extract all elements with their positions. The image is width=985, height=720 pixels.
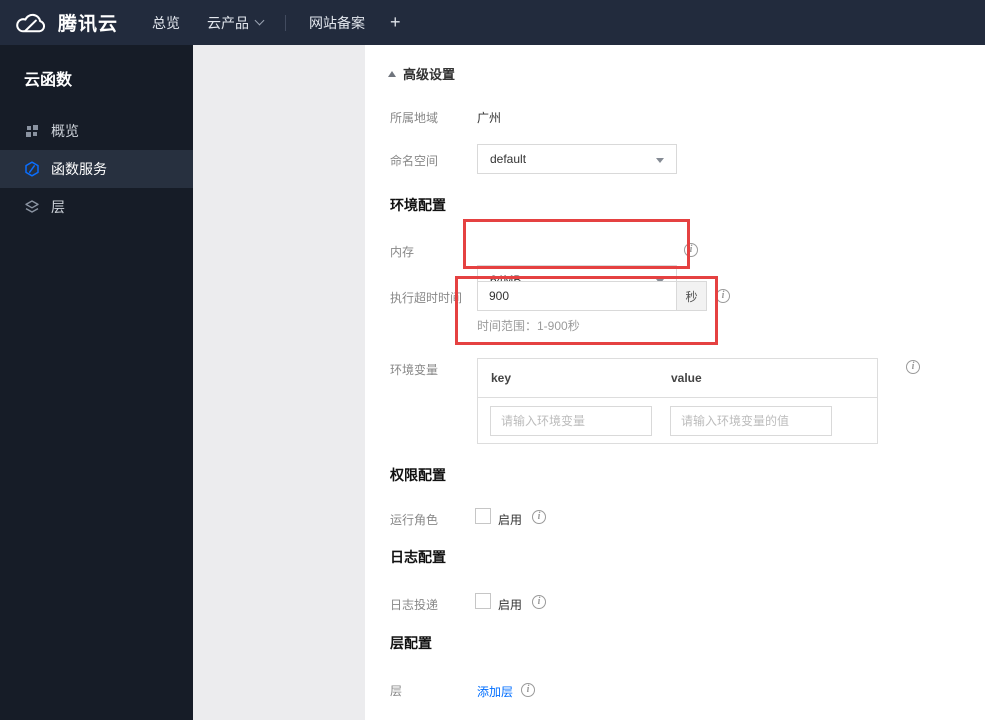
sidebar: 云函数 概览 函数服务 层 <box>0 45 193 720</box>
memory-label: 内存 <box>390 245 415 259</box>
envvar-value-input[interactable] <box>670 406 832 436</box>
layers-icon <box>24 199 40 215</box>
log-delivery-enable-label[interactable]: 启用 <box>498 596 522 613</box>
grid-icon <box>24 123 40 139</box>
sidebar-item-overview[interactable]: 概览 <box>0 112 193 150</box>
envvar-key-header: key <box>491 371 512 385</box>
env-config-section-title: 环境配置 <box>390 197 446 213</box>
nav-item-website-beian[interactable]: 网站备案 <box>309 13 365 33</box>
memory-info-icon[interactable] <box>684 243 698 257</box>
log-delivery-label: 日志投递 <box>390 598 439 612</box>
layer-config-section-title: 层配置 <box>390 635 432 651</box>
envvar-label: 环境变量 <box>390 363 439 377</box>
advanced-settings-toggle[interactable]: 高级设置 <box>388 64 455 83</box>
chevron-down-icon <box>254 15 265 26</box>
nav-item-cloud-products[interactable]: 云产品 <box>207 13 265 33</box>
timeout-input[interactable] <box>477 281 677 311</box>
function-config-form: 高级设置 所属地域 广州 命名空间 default 环境配置 内存 64MB 执… <box>365 45 985 720</box>
run-role-label: 运行角色 <box>390 513 439 527</box>
collapsed-function-list-panel <box>193 45 365 720</box>
run-role-info-icon[interactable] <box>532 510 546 524</box>
run-role-enable-label[interactable]: 启用 <box>498 511 522 528</box>
namespace-selected-value: default <box>490 152 527 166</box>
top-navbar: 腾讯云 总览 云产品 网站备案 + <box>0 0 985 45</box>
envvar-info-icon[interactable] <box>906 360 920 374</box>
sidebar-item-function-service[interactable]: 函数服务 <box>0 150 193 188</box>
triangle-up-icon <box>388 70 396 77</box>
memory-highlight-box <box>463 219 690 269</box>
envvar-key-input[interactable] <box>490 406 652 436</box>
envvar-header-row: key value <box>478 359 877 398</box>
nav-item-overview[interactable]: 总览 <box>152 13 180 33</box>
timeout-info-icon[interactable] <box>716 289 730 303</box>
advanced-settings-label: 高级设置 <box>403 67 456 82</box>
run-role-checkbox[interactable] <box>475 508 491 524</box>
region-label: 所属地域 <box>390 111 439 125</box>
brand-text: 腾讯云 <box>58 14 119 35</box>
envvar-value-header: value <box>671 371 702 385</box>
perm-config-section-title: 权限配置 <box>390 467 446 483</box>
envvar-table: key value <box>477 358 878 444</box>
nav-item-cloud-products-label: 云产品 <box>207 14 250 31</box>
add-layer-link[interactable]: 添加层 <box>477 683 513 700</box>
function-hexagon-icon <box>24 161 40 177</box>
nav-add-tab-button[interactable]: + <box>390 12 401 33</box>
sidebar-title: 云函数 <box>24 72 73 89</box>
sidebar-item-layers[interactable]: 层 <box>0 188 193 226</box>
sidebar-item-label: 函数服务 <box>51 161 107 177</box>
tencent-cloud-brand[interactable]: 腾讯云 <box>14 9 118 36</box>
log-config-section-title: 日志配置 <box>390 549 446 565</box>
log-delivery-checkbox[interactable] <box>475 593 491 609</box>
timeout-label: 执行超时时间 <box>390 291 463 305</box>
region-value: 广州 <box>477 111 502 125</box>
sidebar-item-label: 层 <box>51 199 65 215</box>
nav-divider <box>285 14 287 31</box>
timeout-unit-suffix: 秒 <box>677 281 707 311</box>
sidebar-item-label: 概览 <box>51 123 79 139</box>
tencent-cloud-logo-icon <box>16 13 46 32</box>
namespace-select[interactable]: default <box>477 144 677 174</box>
layer-label: 层 <box>390 684 403 698</box>
add-layer-info-icon[interactable] <box>521 683 535 697</box>
namespace-label: 命名空间 <box>390 154 439 168</box>
timeout-range-hint: 时间范围：1-900秒 <box>477 319 580 333</box>
log-delivery-info-icon[interactable] <box>532 595 546 609</box>
